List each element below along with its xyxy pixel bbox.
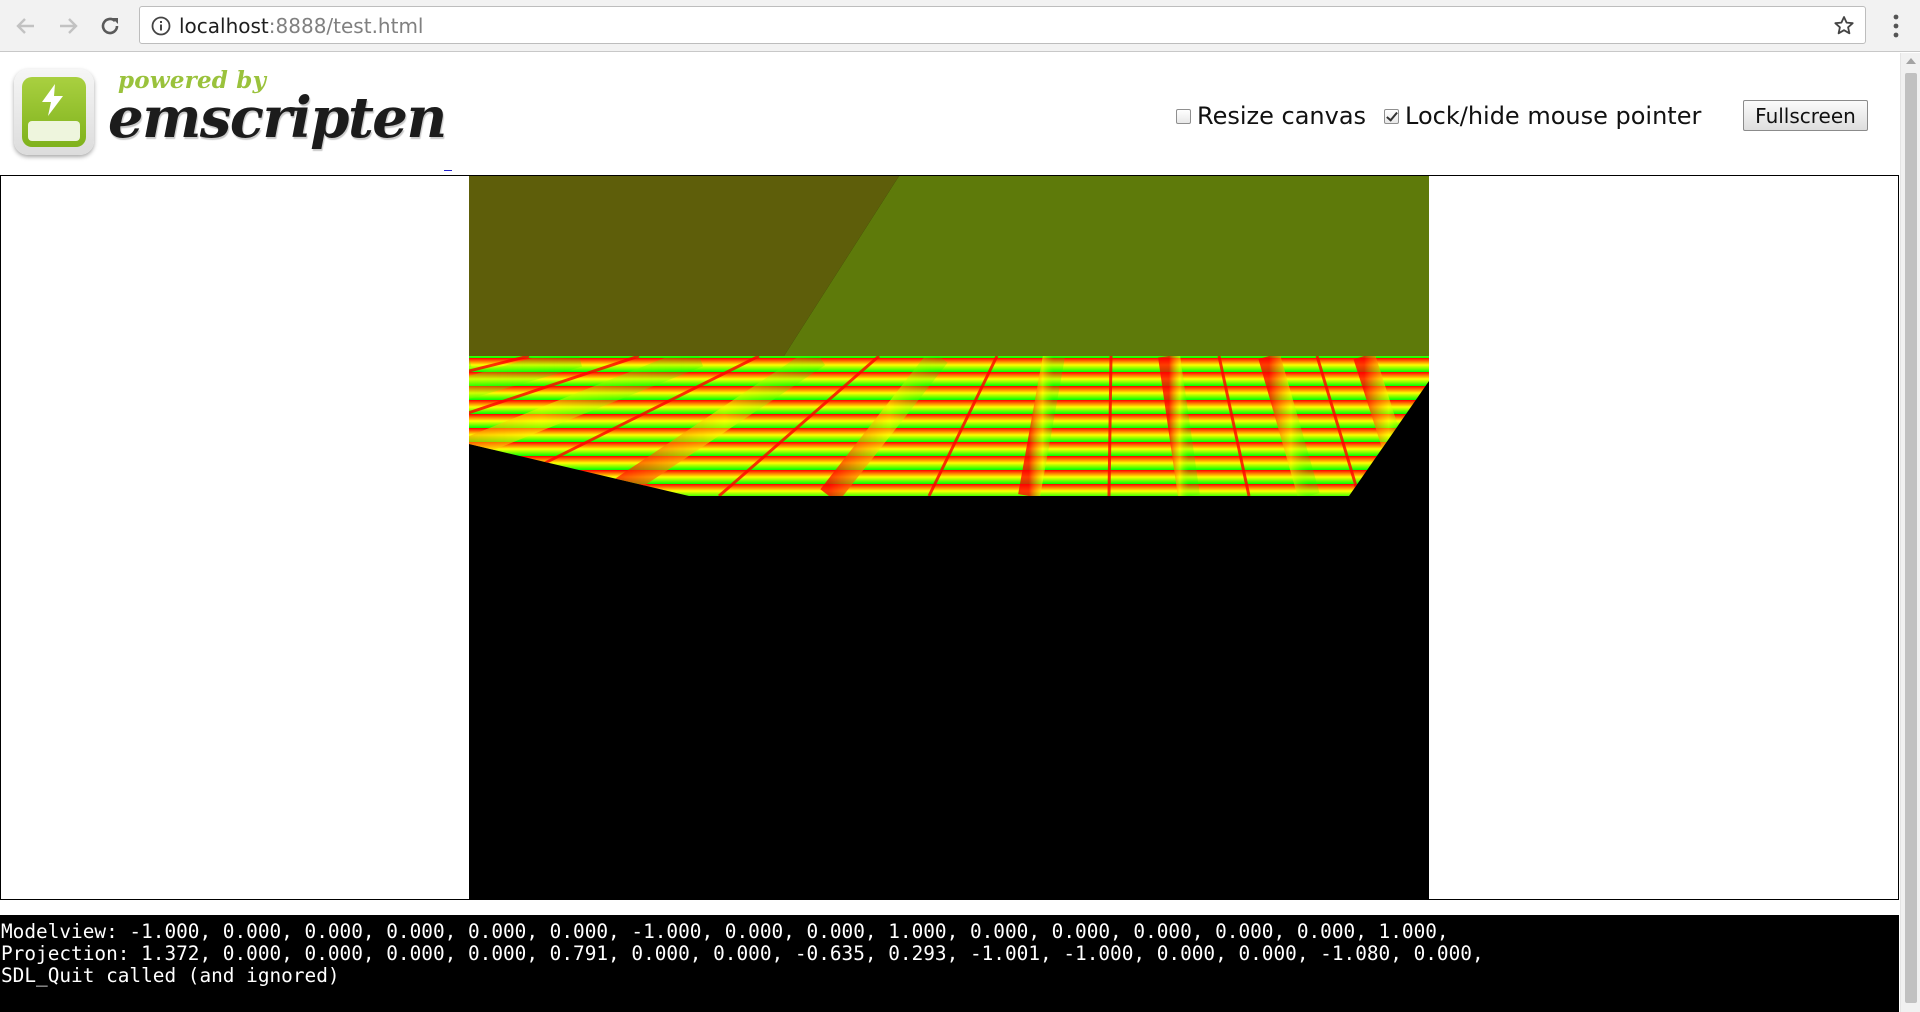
- console-output: Modelview: -1.000, 0.000, 0.000, 0.000, …: [0, 915, 1899, 1012]
- url-host: localhost: [179, 14, 269, 38]
- reload-button[interactable]: [92, 8, 128, 44]
- browser-toolbar: localhost:8888/test.html: [0, 0, 1920, 52]
- arrow-left-icon: [16, 18, 34, 34]
- rendered-scene: [469, 176, 1429, 899]
- logo-wordmark: emscripten: [108, 85, 447, 151]
- console-line: Projection: 1.372, 0.000, 0.000, 0.000, …: [1, 942, 1484, 965]
- back-button[interactable]: [8, 8, 44, 44]
- emscripten-logo[interactable]: powered by emscripten: [10, 61, 447, 165]
- lightning-bolt-icon: [42, 84, 63, 116]
- forward-button[interactable]: [50, 8, 86, 44]
- logo-tile: [14, 69, 94, 155]
- three-dots-vertical-icon[interactable]: [1880, 12, 1912, 40]
- resize-canvas-control[interactable]: Resize canvas: [1176, 102, 1366, 130]
- url-path: :8888/test.html: [268, 14, 424, 38]
- arrow-right-icon: [60, 18, 78, 34]
- lock-pointer-control[interactable]: Lock/hide mouse pointer: [1384, 102, 1701, 130]
- resize-canvas-label: Resize canvas: [1197, 102, 1367, 130]
- scrollbar-thumb[interactable]: [1905, 73, 1917, 1003]
- scroll-up-arrow-icon[interactable]: [1906, 58, 1916, 64]
- lock-pointer-label: Lock/hide mouse pointer: [1405, 102, 1702, 130]
- page-scrollbar[interactable]: [1900, 53, 1920, 1012]
- reload-icon: [101, 17, 119, 35]
- console-line: Modelview: -1.000, 0.000, 0.000, 0.000, …: [1, 920, 1449, 943]
- webgl-canvas[interactable]: [469, 176, 1429, 899]
- address-bar[interactable]: localhost:8888/test.html: [139, 6, 1866, 44]
- lock-pointer-checkbox[interactable]: [1384, 108, 1399, 124]
- star-outline-icon[interactable]: [1832, 14, 1856, 38]
- info-circle-icon[interactable]: [150, 15, 172, 37]
- fullscreen-button[interactable]: Fullscreen: [1743, 100, 1868, 131]
- resize-canvas-checkbox[interactable]: [1176, 108, 1191, 124]
- console-line: SDL_Quit called (and ignored): [1, 964, 340, 987]
- hidden-link[interactable]: [444, 170, 452, 171]
- url-text[interactable]: localhost:8888/test.html: [179, 16, 423, 36]
- page-content: powered by emscripten Resize canvas Lock…: [0, 53, 1899, 1012]
